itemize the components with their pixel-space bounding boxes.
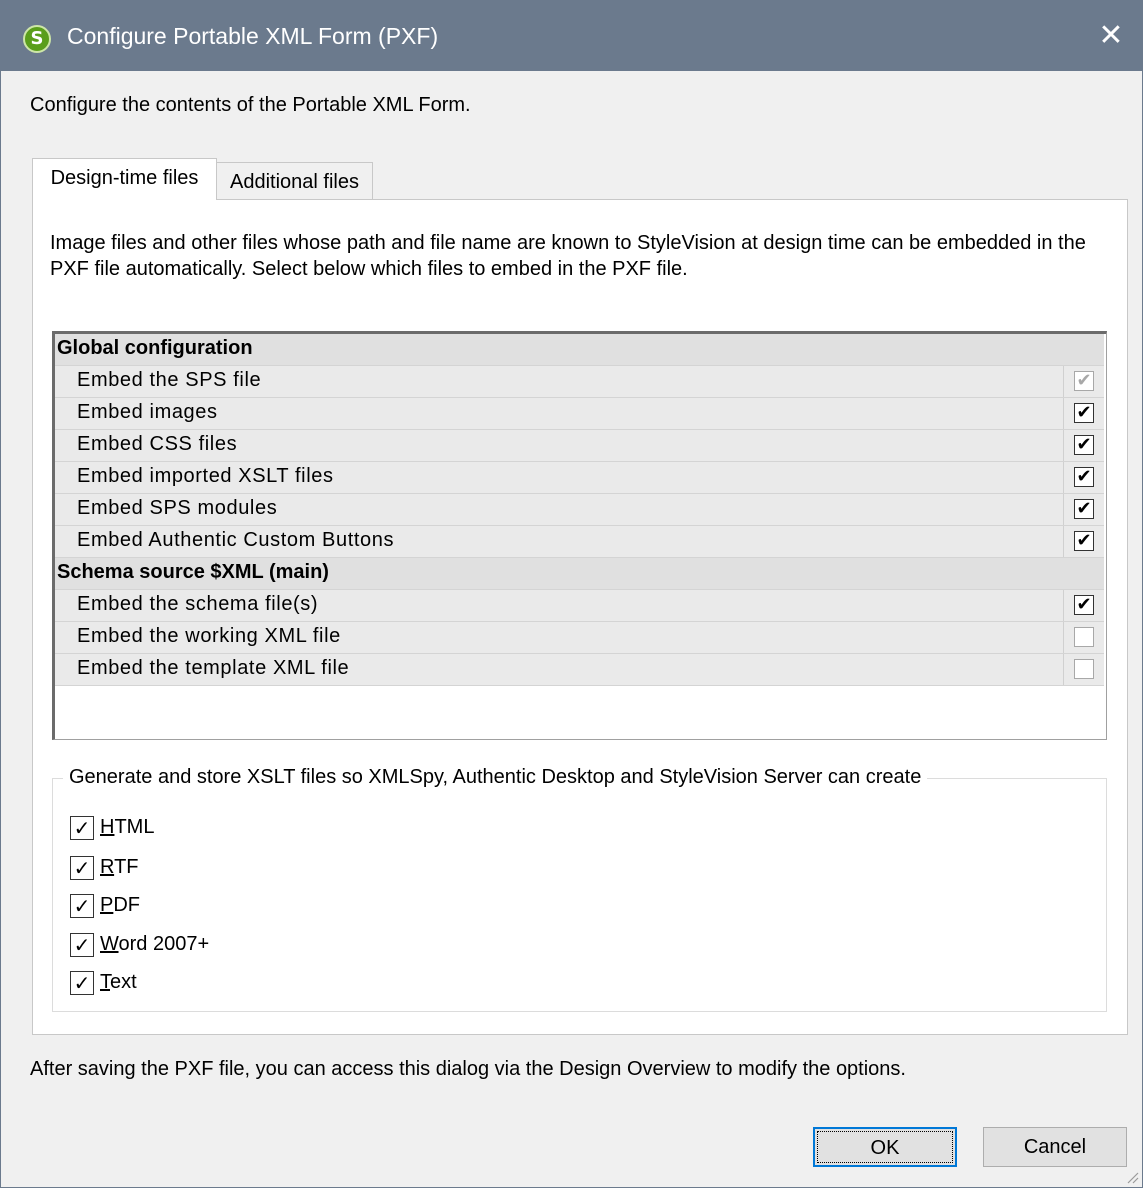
xslt-output-label: Text <box>100 971 137 994</box>
mnemonic-letter: W <box>100 933 119 955</box>
cell-divider <box>1063 398 1064 429</box>
cell-divider <box>1063 366 1064 397</box>
embed-checkbox[interactable] <box>1074 659 1094 679</box>
embed-checkbox[interactable]: ✔ <box>1074 531 1094 551</box>
option-label: Embed SPS modules <box>77 497 278 519</box>
dialog-title: Configure Portable XML Form (PXF) <box>67 23 439 49</box>
mnemonic-letter: R <box>100 856 115 878</box>
grid-group-header: Schema source $XML (main) <box>55 558 1104 590</box>
mnemonic-letter: H <box>100 816 115 838</box>
footer-note: After saving the PXF file, you can acces… <box>30 1058 906 1080</box>
groupbox-legend: Generate and store XSLT files so XMLSpy,… <box>63 766 928 789</box>
cancel-button[interactable]: Cancel <box>983 1127 1127 1167</box>
embed-checkbox[interactable]: ✔ <box>1074 435 1094 455</box>
embed-options-grid: Global configuration Embed the SPS file ✔ E… <box>52 331 1107 740</box>
xslt-output-label: Word 2007+ <box>100 933 209 956</box>
option-label: Embed Authentic Custom Buttons <box>77 529 395 551</box>
label-rest: TF <box>114 856 139 878</box>
option-label: Embed the schema file(s) <box>77 593 319 615</box>
option-label: Embed images <box>77 401 218 423</box>
grid-option-row: Embed the SPS file ✔ <box>55 366 1104 398</box>
cell-divider <box>1063 654 1064 685</box>
cell-divider <box>1063 462 1064 493</box>
embed-checkbox[interactable]: ✔ <box>1074 467 1094 487</box>
xslt-output-label: RTF <box>100 856 139 879</box>
xslt-output-checkbox[interactable]: ✓ <box>70 933 94 957</box>
group-header-label: Schema source $XML (main) <box>57 561 329 583</box>
cell-divider <box>1063 590 1064 621</box>
stylevision-app-icon: S <box>23 25 51 53</box>
xslt-generation-groupbox: Generate and store XSLT files so XMLSpy,… <box>52 766 1107 1012</box>
xslt-output-checkbox[interactable]: ✓ <box>70 971 94 995</box>
group-header-label: Global configuration <box>57 337 253 359</box>
tab-additional-files[interactable]: Additional files <box>217 162 373 199</box>
xslt-output-checkbox[interactable]: ✓ <box>70 816 94 840</box>
grid-option-row: Embed images ✔ <box>55 398 1104 430</box>
label-rest: DF <box>113 894 141 916</box>
option-label: Embed the SPS file <box>77 369 262 391</box>
ok-button[interactable]: OK <box>813 1127 957 1167</box>
grid-option-row: Embed Authentic Custom Buttons ✔ <box>55 526 1104 558</box>
title-bar: S Configure Portable XML Form (PXF) ✕ <box>1 1 1142 71</box>
xslt-output-checkbox[interactable]: ✓ <box>70 894 94 918</box>
configure-pxf-dialog: S Configure Portable XML Form (PXF) ✕ Co… <box>0 0 1143 1188</box>
embed-checkbox: ✔ <box>1074 371 1094 391</box>
xslt-output-checkbox[interactable]: ✓ <box>70 856 94 880</box>
panel-description: Image files and other files whose path a… <box>50 232 1086 280</box>
mnemonic-letter: T <box>100 971 110 993</box>
option-label: Embed CSS files <box>77 433 238 455</box>
tab-design-time-files[interactable]: Design-time files <box>32 158 217 200</box>
grid-group-header: Global configuration <box>55 334 1104 366</box>
tab-panel-design-time-files: Image files and other files whose path a… <box>32 199 1128 1035</box>
embed-checkbox[interactable]: ✔ <box>1074 595 1094 615</box>
label-rest: ord 2007+ <box>118 933 210 955</box>
cell-divider <box>1063 494 1064 525</box>
grid-option-row: Embed the schema file(s) ✔ <box>55 590 1104 622</box>
cell-divider <box>1063 622 1064 653</box>
option-label: Embed the working XML file <box>77 625 341 647</box>
embed-checkbox[interactable] <box>1074 627 1094 647</box>
cell-divider <box>1063 430 1064 461</box>
option-label: Embed the template XML file <box>77 657 350 679</box>
cell-divider <box>1063 526 1064 557</box>
grid-option-row: Embed CSS files ✔ <box>55 430 1104 462</box>
grid-option-row: Embed the working XML file <box>55 622 1104 654</box>
xslt-output-label: PDF <box>100 894 140 917</box>
grid-option-row: Embed imported XSLT files ✔ <box>55 462 1104 494</box>
grid-option-row: Embed SPS modules ✔ <box>55 494 1104 526</box>
embed-checkbox[interactable]: ✔ <box>1074 403 1094 423</box>
mnemonic-letter: P <box>100 894 114 916</box>
intro-text: Configure the contents of the Portable X… <box>30 94 471 116</box>
label-rest: TML <box>114 816 155 838</box>
close-icon[interactable]: ✕ <box>1092 17 1130 55</box>
resize-grip-icon[interactable] <box>1125 1170 1139 1184</box>
grid-option-row: Embed the template XML file <box>55 654 1104 686</box>
option-label: Embed imported XSLT files <box>77 465 334 487</box>
xslt-output-label: HTML <box>100 816 154 839</box>
embed-checkbox[interactable]: ✔ <box>1074 499 1094 519</box>
label-rest: ext <box>110 971 137 993</box>
